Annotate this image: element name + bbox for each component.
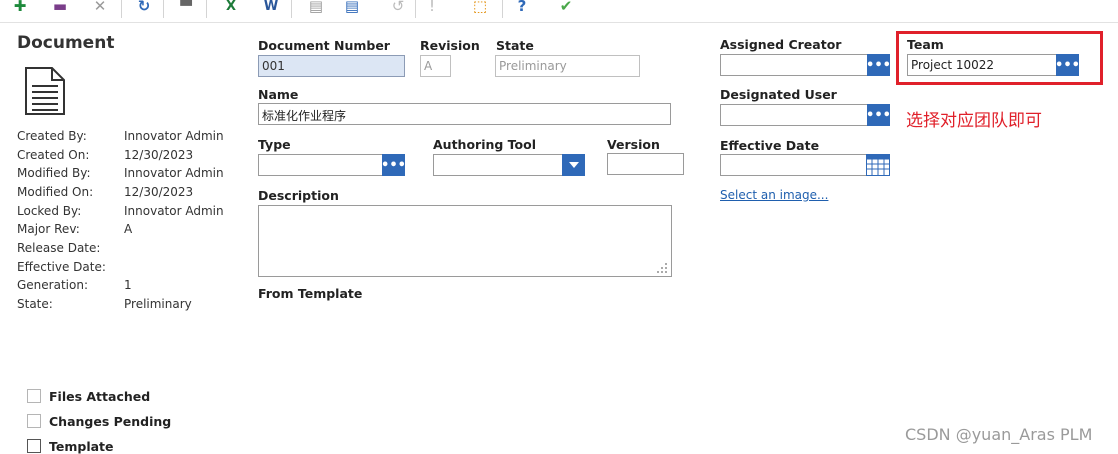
effective-date-field[interactable] [720,154,867,176]
meta-value: A [124,222,133,236]
done-icon[interactable]: ✔ [555,0,577,16]
select-image-link[interactable]: Select an image... [720,188,828,202]
toolbar-divider [291,0,292,18]
toolbar: ✚ ▬ ✕ ↻ ▀ X W ▤ ▤ ↺ ! ⬚ ? ✔ [0,0,1118,23]
assigned-creator-field[interactable] [720,54,868,76]
toolbar-divider [415,0,416,18]
type-field[interactable] [258,154,383,176]
form-view-icon[interactable]: ▤ [341,0,363,16]
meta-value: 1 [124,278,132,292]
state-label: State [496,38,534,53]
toolbar-divider [163,0,164,18]
chevron-down-icon [568,162,579,168]
designated-user-label: Designated User [720,87,837,102]
delete-icon[interactable]: ✕ [89,0,111,16]
files-attached-checkbox[interactable] [27,389,41,403]
new-icon[interactable]: ✚ [9,0,31,16]
word-icon[interactable]: W [260,0,282,16]
description-label: Description [258,188,339,203]
files-attached-label: Files Attached [49,389,151,404]
toolbar-divider [206,0,207,18]
changes-pending-label: Changes Pending [49,414,172,429]
revision-label: Revision [420,38,480,53]
meta-label: Created On: [17,148,90,162]
excel-icon[interactable]: X [220,0,242,16]
meta-value: Innovator Admin [124,166,224,180]
meta-value: 12/30/2023 [124,185,194,199]
template-label: Template [49,439,114,454]
team-highlight-box [896,31,1103,85]
designated-user-picker-button[interactable]: ••• [866,104,891,126]
designated-user-field[interactable] [720,104,868,126]
template-checkbox[interactable] [27,439,41,453]
meta-label: Release Date: [17,241,101,255]
annotation-text: 选择对应团队即可 [906,111,1042,131]
refresh-icon[interactable]: ↻ [133,0,155,16]
name-label: Name [258,87,299,102]
meta-label: Generation: [17,278,88,292]
document-icon [25,67,65,115]
undo-icon[interactable]: ↺ [387,0,409,16]
type-picker-button[interactable]: ••• [381,154,406,176]
help-icon[interactable]: ? [511,0,533,16]
meta-label: State: [17,297,53,311]
page-title: Document [17,33,115,53]
toolbar-divider [502,0,503,18]
meta-value: Innovator Admin [124,129,224,143]
from-template-label: From Template [258,286,363,301]
document-number-label: Document Number [258,38,390,53]
print-icon[interactable]: ▀ [175,0,197,16]
document-number-field[interactable]: 001 [258,55,405,77]
description-textarea[interactable] [258,205,672,277]
lock-icon[interactable]: ! [421,0,443,16]
meta-value: Preliminary [124,297,192,311]
resize-grip-icon[interactable] [657,263,667,273]
calendar-icon[interactable] [866,154,890,176]
watermark: CSDN @yuan_Aras PLM [905,425,1093,444]
meta-value: 12/30/2023 [124,148,194,162]
document-view-icon[interactable]: ▤ [305,0,327,16]
effective-date-label: Effective Date [720,138,820,153]
authoring-tool-select[interactable] [433,154,563,176]
version-label: Version [607,137,660,152]
toolbar-divider [121,0,122,18]
authoring-tool-dropdown-button[interactable] [562,154,585,176]
ellipsis-icon: ••• [866,107,891,123]
name-field[interactable]: 标准化作业程序 [258,103,671,125]
state-field[interactable]: Preliminary [495,55,640,77]
meta-label: Effective Date: [17,260,106,274]
meta-value: Innovator Admin [124,204,224,218]
meta-label: Created By: [17,129,87,143]
save-icon[interactable]: ▬ [49,0,71,16]
changes-pending-checkbox[interactable] [27,414,41,428]
type-label: Type [258,137,291,152]
assigned-creator-picker-button[interactable]: ••• [866,54,891,76]
ellipsis-icon: ••• [381,157,406,173]
meta-label: Locked By: [17,204,82,218]
version-field[interactable] [607,153,684,175]
authoring-tool-label: Authoring Tool [433,137,537,152]
meta-label: Modified By: [17,166,91,180]
meta-label: Modified On: [17,185,94,199]
export-icon[interactable]: ⬚ [469,0,491,16]
revision-field[interactable]: A [420,55,451,77]
assigned-creator-label: Assigned Creator [720,37,842,52]
ellipsis-icon: ••• [866,57,891,73]
meta-label: Major Rev: [17,222,80,236]
